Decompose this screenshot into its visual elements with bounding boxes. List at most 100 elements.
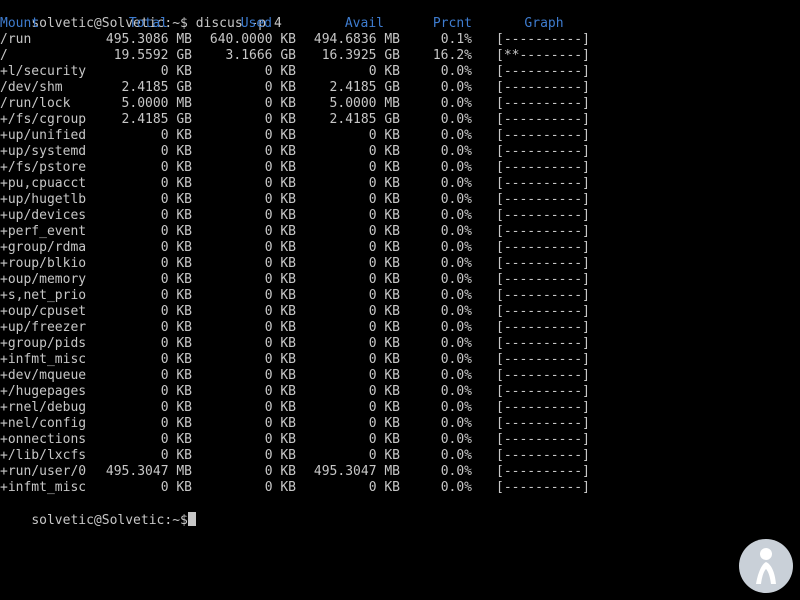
cell-total: 5.0000 MB: [121, 96, 192, 111]
table-row: +/fs/pstore 0 KB 0 KB 0 KB 0.0% [----------]: [0, 160, 800, 176]
logo-head: [760, 548, 772, 560]
cell-avail: 0 KB: [368, 64, 400, 79]
cell-total: 0 KB: [160, 368, 192, 383]
cell-graph: [----------]: [496, 64, 590, 79]
table-row: +s,net_prio 0 KB 0 KB 0 KB 0.0% [----------]: [0, 288, 800, 304]
cell-mount: +up/freezer: [0, 320, 87, 335]
cell-graph: [----------]: [496, 416, 590, 431]
cell-total: 0 KB: [160, 432, 192, 447]
cell-prcnt: 0.0%: [440, 160, 472, 175]
cell-used: 0 KB: [264, 464, 296, 479]
cell-total: 2.4185 GB: [121, 112, 192, 127]
cell-used: 640.0000 KB: [209, 32, 296, 47]
cell-graph: [----------]: [496, 368, 590, 383]
cell-graph: [----------]: [496, 128, 590, 143]
cell-mount: +run/user/0: [0, 464, 87, 479]
cell-avail: 2.4185 GB: [329, 80, 400, 95]
table-row: +oup/memory 0 KB 0 KB 0 KB 0.0% [----------]: [0, 272, 800, 288]
cell-mount: +oup/memory: [0, 272, 87, 287]
cell-used: 0 KB: [264, 112, 296, 127]
cell-prcnt: 0.0%: [440, 288, 472, 303]
table-row: +group/pids 0 KB 0 KB 0 KB 0.0% [----------]: [0, 336, 800, 352]
cell-avail: 0 KB: [368, 352, 400, 367]
cell-prcnt: 0.0%: [440, 480, 472, 495]
cell-graph: [----------]: [496, 176, 590, 191]
cell-total: 0 KB: [160, 384, 192, 399]
cell-prcnt: 0.0%: [440, 352, 472, 367]
cell-used: 0 KB: [264, 224, 296, 239]
cell-graph: [----------]: [496, 272, 590, 287]
cell-graph: [----------]: [496, 208, 590, 223]
cell-total: 0 KB: [160, 448, 192, 463]
cell-used: 0 KB: [264, 192, 296, 207]
table-row: +group/rdma 0 KB 0 KB 0 KB 0.0% [----------]: [0, 240, 800, 256]
cell-mount: +up/devices: [0, 208, 87, 223]
cell-prcnt: 0.0%: [440, 208, 472, 223]
header-used: Used: [240, 16, 272, 31]
cell-used: 0 KB: [264, 80, 296, 95]
cell-prcnt: 0.0%: [440, 464, 472, 479]
cell-used: 0 KB: [264, 208, 296, 223]
cell-avail: 0 KB: [368, 480, 400, 495]
cell-graph: [**--------]: [496, 48, 590, 63]
cell-prcnt: 0.0%: [440, 64, 472, 79]
final-prompt-line[interactable]: solvetic@Solvetic:~$: [0, 496, 800, 528]
cell-avail: 0 KB: [368, 192, 400, 207]
cell-graph: [----------]: [496, 80, 590, 95]
cell-mount: +group/rdma: [0, 240, 87, 255]
cell-graph: [----------]: [496, 480, 590, 495]
cell-graph: [----------]: [496, 288, 590, 303]
cell-prcnt: 0.0%: [440, 176, 472, 191]
cell-mount: +l/security: [0, 64, 87, 79]
cell-avail: 495.3047 MB: [313, 464, 400, 479]
table-row: /dev/shm 2.4185 GB 0 KB 2.4185 GB 0.0% [-----…: [0, 80, 800, 96]
cell-mount: +dev/mqueue: [0, 368, 87, 383]
cell-mount: +rnel/debug: [0, 400, 87, 415]
shell-prompt: solvetic@Solvetic:~$: [31, 513, 188, 528]
cell-avail: 494.6836 MB: [313, 32, 400, 47]
cell-mount: +roup/blkio: [0, 256, 87, 271]
table-row: /run/lock 5.0000 MB 0 KB 5.0000 MB 0.0% [----…: [0, 96, 800, 112]
cell-mount: +perf_event: [0, 224, 87, 239]
cell-avail: 0 KB: [368, 240, 400, 255]
cell-avail: 0 KB: [368, 432, 400, 447]
cell-mount: +infmt_misc: [0, 480, 87, 495]
cell-graph: [----------]: [496, 192, 590, 207]
cell-graph: [----------]: [496, 224, 590, 239]
cell-used: 0 KB: [264, 480, 296, 495]
cell-total: 0 KB: [160, 160, 192, 175]
solvetic-logo-icon: [739, 539, 793, 593]
cell-prcnt: 0.0%: [440, 304, 472, 319]
terminal-window[interactable]: solvetic@Solvetic:~$ discus -p 4 Mount T…: [0, 0, 800, 600]
cell-avail: 0 KB: [368, 208, 400, 223]
table-row: +up/freezer 0 KB 0 KB 0 KB 0.0% [----------]: [0, 320, 800, 336]
cell-total: 495.3086 MB: [105, 32, 192, 47]
header-prcnt: Prcnt: [432, 16, 472, 31]
cell-total: 0 KB: [160, 272, 192, 287]
cell-used: 0 KB: [264, 336, 296, 351]
cell-total: 0 KB: [160, 304, 192, 319]
cell-graph: [----------]: [496, 32, 590, 47]
cell-prcnt: 0.0%: [440, 112, 472, 127]
cell-used: 0 KB: [264, 320, 296, 335]
cell-prcnt: 0.0%: [440, 144, 472, 159]
cell-mount: +oup/cpuset: [0, 304, 87, 319]
cell-used: 0 KB: [264, 288, 296, 303]
cell-graph: [----------]: [496, 384, 590, 399]
table-row: +run/user/0 495.3047 MB 0 KB 495.3047 MB 0.0…: [0, 464, 800, 480]
table-row: +oup/cpuset 0 KB 0 KB 0 KB 0.0% [----------]: [0, 304, 800, 320]
cell-total: 0 KB: [160, 144, 192, 159]
cell-avail: 0 KB: [368, 400, 400, 415]
cell-graph: [----------]: [496, 304, 590, 319]
cell-used: 0 KB: [264, 416, 296, 431]
cell-used: 0 KB: [264, 128, 296, 143]
cell-used: 0 KB: [264, 272, 296, 287]
cell-avail: 0 KB: [368, 144, 400, 159]
table-row: /run 495.3086 MB 640.0000 KB 494.6836 MB 0.1…: [0, 32, 800, 48]
cell-prcnt: 0.0%: [440, 416, 472, 431]
cell-avail: 16.3925 GB: [321, 48, 400, 63]
table-row: +/hugepages 0 KB 0 KB 0 KB 0.0% [----------]: [0, 384, 800, 400]
cell-avail: 0 KB: [368, 304, 400, 319]
cell-prcnt: 0.0%: [440, 272, 472, 287]
cell-prcnt: 0.0%: [440, 448, 472, 463]
